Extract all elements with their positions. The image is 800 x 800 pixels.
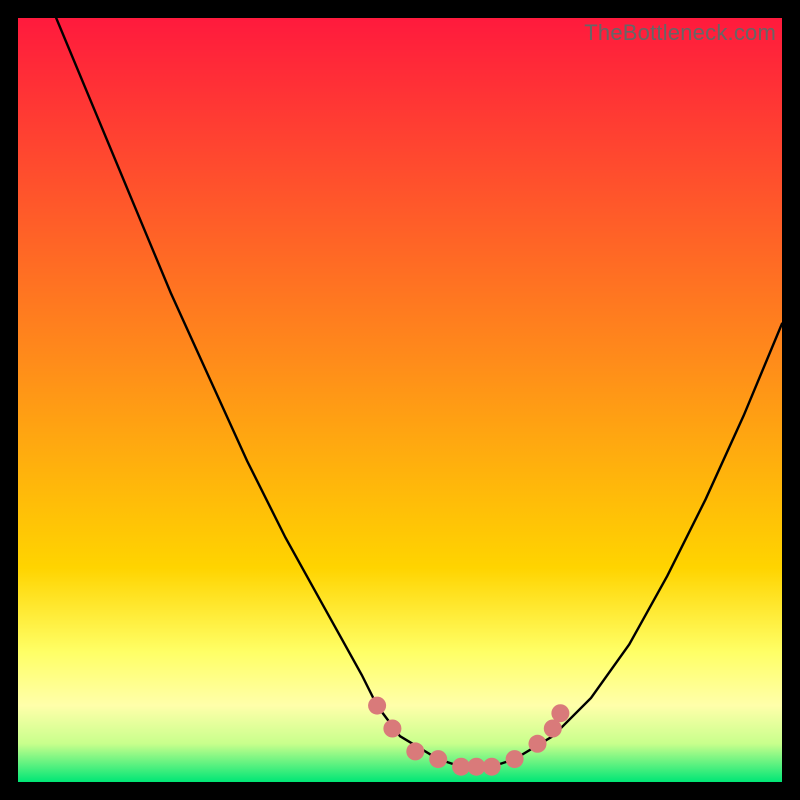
highlight-dot [383, 720, 401, 738]
chart-frame: TheBottleneck.com [18, 18, 782, 782]
highlight-dot [506, 750, 524, 768]
gradient-background [18, 18, 782, 782]
highlight-dot [544, 720, 562, 738]
highlight-dot [551, 704, 569, 722]
watermark-text: TheBottleneck.com [584, 20, 776, 46]
highlight-dot [429, 750, 447, 768]
highlight-dot [406, 742, 424, 760]
highlight-dot [467, 758, 485, 776]
highlight-dot [529, 735, 547, 753]
bottleneck-chart [18, 18, 782, 782]
highlight-dot [368, 697, 386, 715]
highlight-dot [483, 758, 501, 776]
